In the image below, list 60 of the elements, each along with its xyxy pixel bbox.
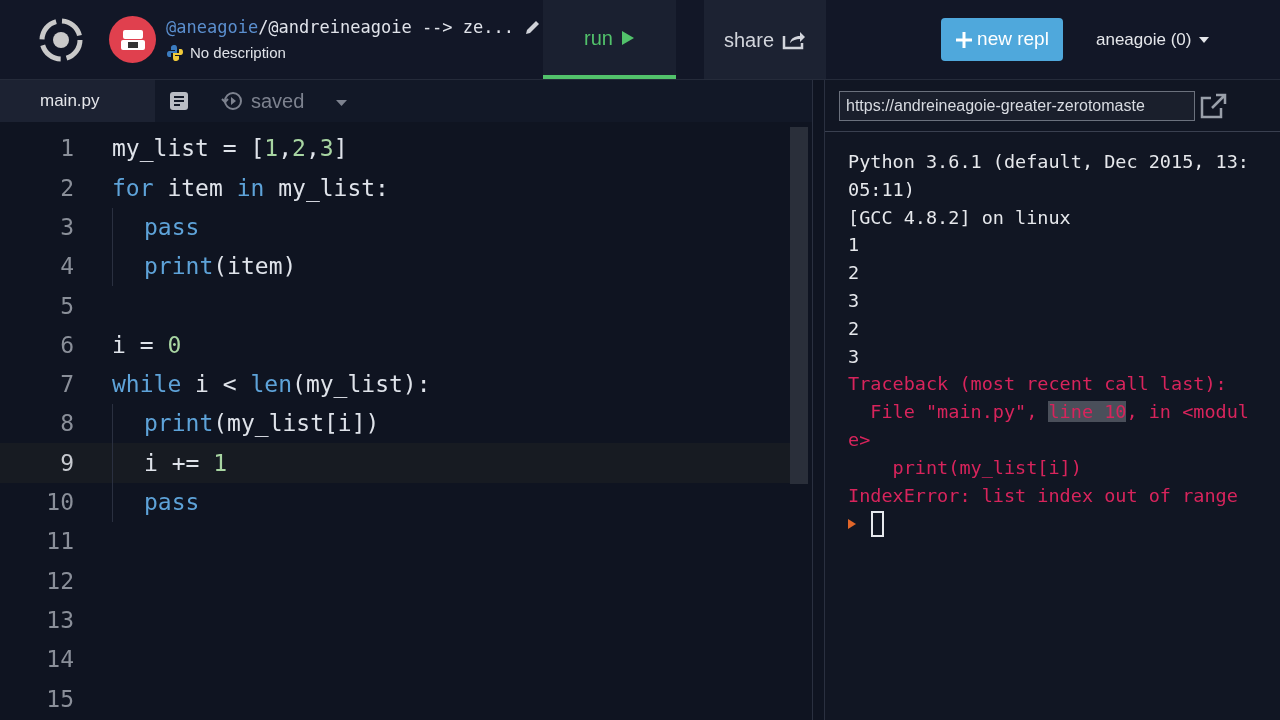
output-line: 3 [848,289,861,313]
code-line: i = 0 [112,330,182,360]
line-number: 12 [45,566,74,596]
line-number: 7 [59,370,74,400]
save-status: saved [251,89,305,114]
play-icon [620,29,635,46]
line-number: 14 [45,645,74,675]
share-icon [782,29,806,50]
url-field[interactable]: https://andreineagoie-greater-zerotomaste [839,90,1195,121]
external-link-icon[interactable] [1200,92,1227,119]
line-number: 3 [59,213,74,242]
robot-icon [119,27,146,52]
error-line: File "main.py", line 10, in <modul [869,400,1250,425]
error-line: e> [848,427,872,452]
caret-icon [1199,36,1210,43]
line-number: 8 [59,409,74,439]
error-line: print(my_list[i]) [891,455,1083,480]
repl-description: No description [190,43,286,63]
python-icon [166,44,184,63]
plus-icon [955,30,974,49]
code-line: for item in my_list: [112,173,389,204]
prompt-icon [848,519,856,530]
line-number: 9 [59,448,74,478]
line-number: 4 [59,252,74,282]
output-line: [GCC 4.8.2] on linux [848,205,1072,230]
line-number: 1 [59,134,74,164]
line-number: 6 [59,330,74,360]
error-line: IndexError: list index out of range [848,483,1239,508]
file-tab[interactable]: main.py [0,80,155,122]
run-tab[interactable]: run [543,0,676,79]
line-number: 2 [59,173,74,203]
output-line: 3 [848,344,861,369]
owner-link[interactable]: @aneagoie [166,14,259,40]
code-line: pass [144,213,200,242]
line-number: 11 [45,527,74,557]
document-icon[interactable] [169,91,189,111]
output-line: 2 [848,316,861,341]
code-line: print(my_list[i]) [144,409,380,439]
code-line: while i < len(my_list): [112,370,431,400]
share-tab[interactable]: share [704,0,826,79]
code-line: print(item) [144,252,297,282]
code-line: my_list = [1,2,3] [112,134,348,164]
code-line: pass [144,488,200,518]
line-number: 5 [59,291,74,321]
text-cursor[interactable] [871,511,884,538]
logo-icon[interactable] [39,17,83,62]
output-line: Python 3.6.1 (default, Dec 2015, 13: [848,150,1250,174]
scrollbar[interactable] [790,127,808,484]
error-line: Traceback (most recent call last): [848,372,1228,397]
user-menu[interactable]: aneagoie (0) [1096,26,1210,53]
line-number: 15 [45,684,74,714]
line-number: 10 [45,488,74,518]
caret-icon[interactable] [336,100,348,106]
output-line: 1 [848,233,861,258]
code-line: i += 1 [144,448,228,478]
output-line: 2 [848,261,861,286]
output-line: 05:11) [848,177,916,202]
history-icon[interactable] [221,90,243,112]
line-number: 13 [45,605,74,635]
repl-title: /@andreineagoie --> ze... [258,15,514,39]
